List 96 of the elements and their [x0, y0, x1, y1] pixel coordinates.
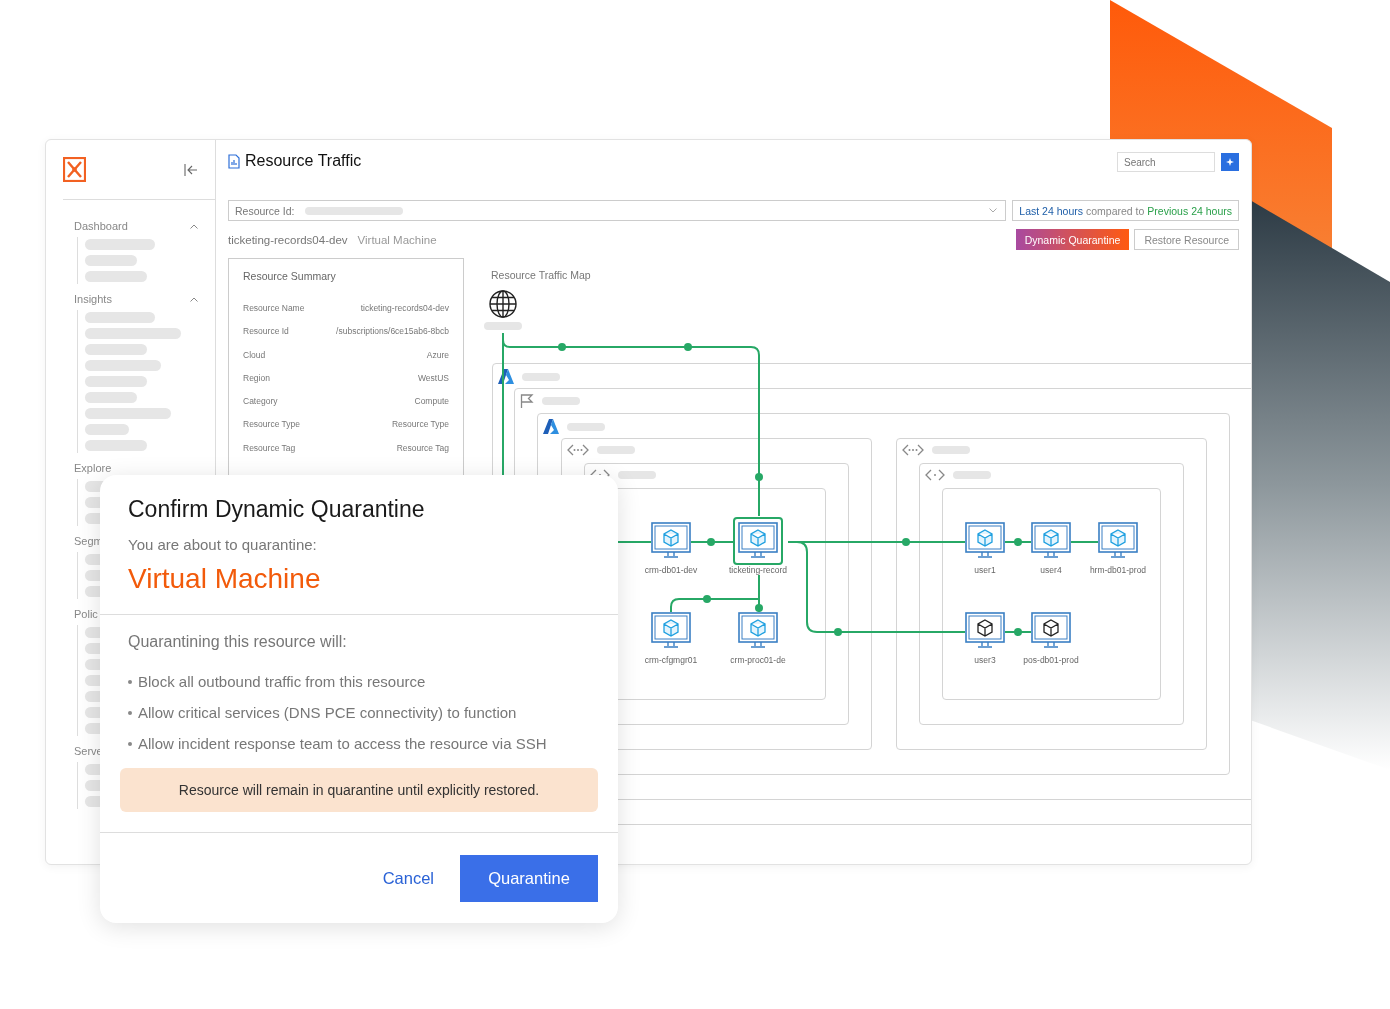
summary-value: /subscriptions/6ce15ab6-8bcb [336, 326, 449, 339]
resource-id-field[interactable]: Resource Id: [228, 200, 1007, 221]
traffic-dot [755, 473, 763, 481]
nav-item-placeholder [85, 376, 147, 387]
summary-label: Resource Type [243, 419, 300, 432]
connector-line [690, 541, 734, 543]
nav-section-label[interactable]: Polic [74, 608, 98, 620]
traffic-dot [902, 538, 910, 546]
summary-label: Resource Id [243, 326, 289, 339]
node-label: user3 [974, 655, 996, 665]
label-placeholder [932, 446, 970, 454]
logo-icon [63, 157, 86, 182]
nav-item-placeholder [85, 312, 155, 323]
resource-name: ticketing-records04-dev [228, 233, 348, 246]
node-label: pos-db01-prod [1023, 655, 1079, 665]
subnet-icon [925, 469, 945, 481]
node-label: ticketing-record [728, 565, 788, 575]
nav-section-label[interactable]: Dashboard [74, 220, 128, 232]
traffic-dot [755, 604, 763, 612]
summary-value: WestUS [417, 372, 449, 385]
dialog-title: Confirm Dynamic Quarantine [128, 496, 426, 523]
dropdown-caret-icon [989, 208, 998, 213]
summary-value: Resource Tag [396, 442, 449, 455]
label-placeholder [542, 397, 580, 405]
bullet-icon [128, 710, 132, 715]
connector-line [1004, 631, 1032, 633]
nav-item-placeholder [85, 440, 147, 451]
summary-label: Resource Name [243, 303, 305, 315]
traffic-dot [558, 343, 566, 351]
nav-item-placeholder [85, 239, 155, 250]
nav-section-label[interactable]: Insights [74, 293, 112, 305]
quarantine-button[interactable]: Dynamic Quarantine [1015, 229, 1130, 250]
effects-heading: Quarantining this resource will: [127, 633, 348, 651]
node-label: crm-db01-dev [644, 565, 698, 575]
flag-icon [520, 394, 534, 408]
cloud-logo-icon [543, 419, 559, 434]
nav-item-placeholder [85, 344, 147, 355]
node-label: crm-cfgmgr01 [644, 655, 698, 665]
time-range-selector[interactable]: Last 24 hours compared to Previous 24 hours [1012, 200, 1239, 221]
node-label: hrm-db01-prod [1089, 565, 1147, 575]
map-title: Resource Traffic Map [491, 269, 591, 281]
connector-line [1004, 541, 1032, 543]
report-icon [228, 153, 240, 169]
traffic-dot [834, 628, 842, 636]
chevron-up-icon[interactable] [190, 296, 198, 302]
nav-item-placeholder [85, 271, 147, 282]
restore-button[interactable]: Restore Resource [1134, 229, 1239, 250]
dialog-subtitle: You are about to quarantine: [128, 536, 318, 553]
connector-line [1070, 541, 1099, 543]
bullet-icon [128, 741, 132, 746]
traffic-dot [1014, 628, 1022, 636]
collapse-icon[interactable] [184, 163, 198, 176]
traffic-dot [1014, 538, 1022, 546]
notice-banner: Resource will remain in quarantine until explicitly restored. [120, 768, 598, 812]
network-icon [567, 444, 589, 456]
resource-type: Virtual Machine [357, 233, 437, 246]
label-placeholder [618, 471, 656, 479]
summary-title: Resource Summary [243, 270, 337, 282]
network-icon [902, 444, 924, 456]
label-placeholder [522, 372, 560, 381]
quarantine-confirm-button[interactable]: Quarantine [460, 854, 598, 902]
sparkle-icon [1226, 158, 1234, 166]
label-placeholder [953, 471, 991, 479]
nav-section-label[interactable]: Explore [74, 462, 112, 474]
summary-label: Cloud [243, 349, 266, 362]
cancel-button[interactable]: Cancel [382, 868, 434, 888]
cloud-logo-icon [498, 369, 514, 384]
effect-text: Allow incident response team to access the resource via SSH [138, 735, 547, 752]
node-label: user1 [974, 565, 996, 575]
summary-value: ticketing-records04-dev [360, 303, 449, 315]
summary-value: Resource Type [392, 419, 449, 432]
traffic-dot [684, 343, 692, 351]
summary-label: Resource Tag [243, 442, 296, 455]
node-label: user4 [1040, 565, 1062, 575]
page-title: Resource Traffic [245, 152, 362, 170]
chevron-up-icon[interactable] [190, 223, 198, 229]
traffic-dot [703, 595, 711, 603]
traffic-dot [707, 538, 715, 546]
label-placeholder [567, 422, 605, 431]
effect-text: Block all outbound traffic from this resource [138, 673, 426, 690]
effect-text: Allow critical services (DNS PCE connectivity) to function [138, 704, 517, 721]
assistant-button[interactable] [1221, 153, 1239, 171]
label-placeholder [484, 322, 522, 330]
quarantine-target: Virtual Machine [128, 563, 322, 595]
summary-label: Region [243, 372, 270, 385]
globe-icon[interactable] [489, 290, 517, 318]
search-field[interactable]: Search [1117, 152, 1215, 172]
node-label: crm-proc01-de [730, 655, 786, 665]
bullet-icon [128, 679, 132, 684]
summary-label: Category [243, 396, 278, 409]
nav-item-placeholder [85, 424, 129, 435]
summary-value: Azure [426, 349, 449, 362]
label-placeholder [597, 446, 635, 454]
nav-item-placeholder [85, 255, 137, 266]
summary-value: Compute [414, 396, 449, 409]
nav-item-placeholder [85, 392, 137, 403]
